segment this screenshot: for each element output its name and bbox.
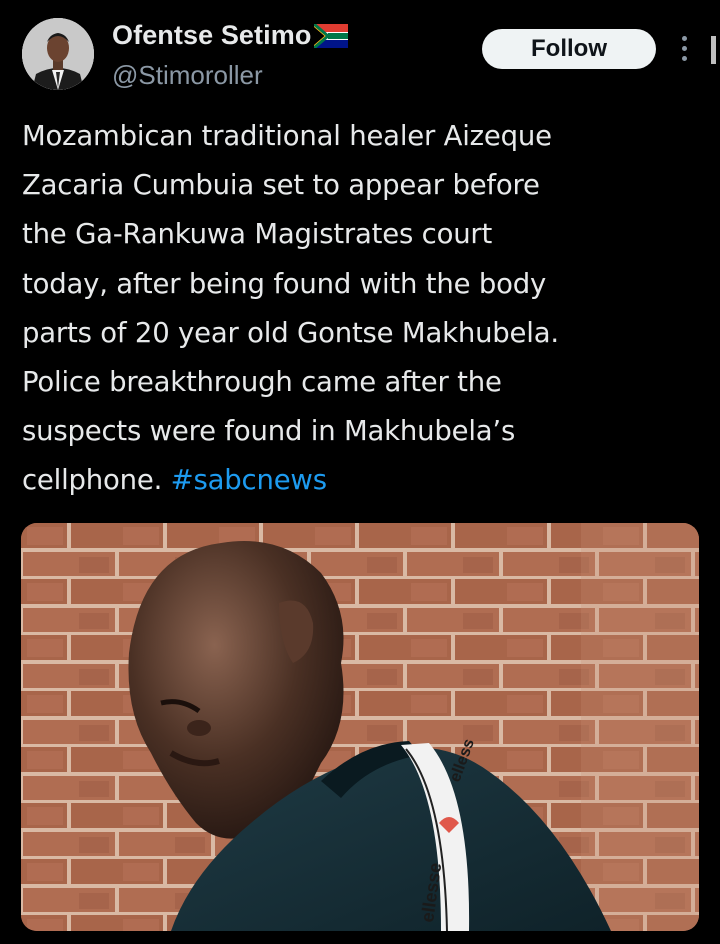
author-name-row: Ofentse Setimo [112,20,349,51]
avatar[interactable] [22,18,94,90]
tweet-text: Mozambican traditional healer Aizeque Za… [22,112,712,506]
tweet-header: Ofentse Setimo @Stimoroller Follow [0,0,720,110]
author-handle[interactable]: @Stimoroller [112,60,263,91]
hashtag-link[interactable]: #sabcnews [171,464,327,496]
photo-brick-wall-man: ellesse elless [21,523,699,931]
south-africa-flag-icon [313,22,349,49]
scroll-indicator [711,36,716,64]
tweet-body: Mozambican traditional healer Aizeque Za… [22,120,559,497]
avatar-photo [22,18,94,90]
follow-button[interactable]: Follow [482,29,656,69]
tweet-media-photo[interactable]: ellesse elless [21,523,699,931]
author-display-name[interactable]: Ofentse Setimo [112,20,311,51]
more-vertical-icon[interactable] [678,36,690,64]
